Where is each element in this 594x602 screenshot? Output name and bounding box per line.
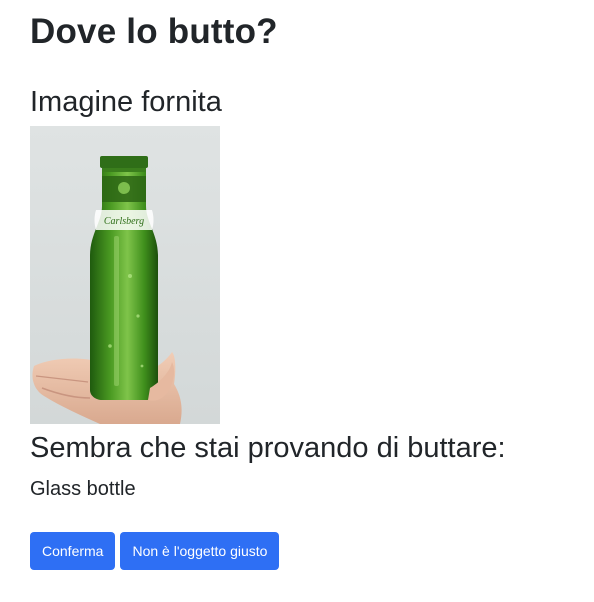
bottle-photo: Carlsberg bbox=[32, 156, 182, 424]
provided-image-heading: Imagine fornita bbox=[30, 86, 222, 118]
bottle-cap bbox=[100, 156, 148, 168]
confirm-button[interactable]: Conferma bbox=[30, 532, 116, 570]
svg-text:Carlsberg: Carlsberg bbox=[104, 216, 144, 227]
page-title: Dove lo butto? bbox=[30, 12, 278, 51]
guess-heading: Sembra che stai provando di buttare: bbox=[30, 432, 506, 464]
wrong-object-button[interactable]: Non è l'oggetto giusto bbox=[120, 532, 280, 570]
provided-image: Carlsberg bbox=[30, 126, 220, 424]
action-buttons: Conferma Non è l'oggetto giusto bbox=[30, 532, 594, 570]
main-content: Dove lo butto? Imagine fornita Carlsberg… bbox=[0, 0, 594, 570]
detected-object-label: Glass bottle bbox=[30, 478, 136, 500]
